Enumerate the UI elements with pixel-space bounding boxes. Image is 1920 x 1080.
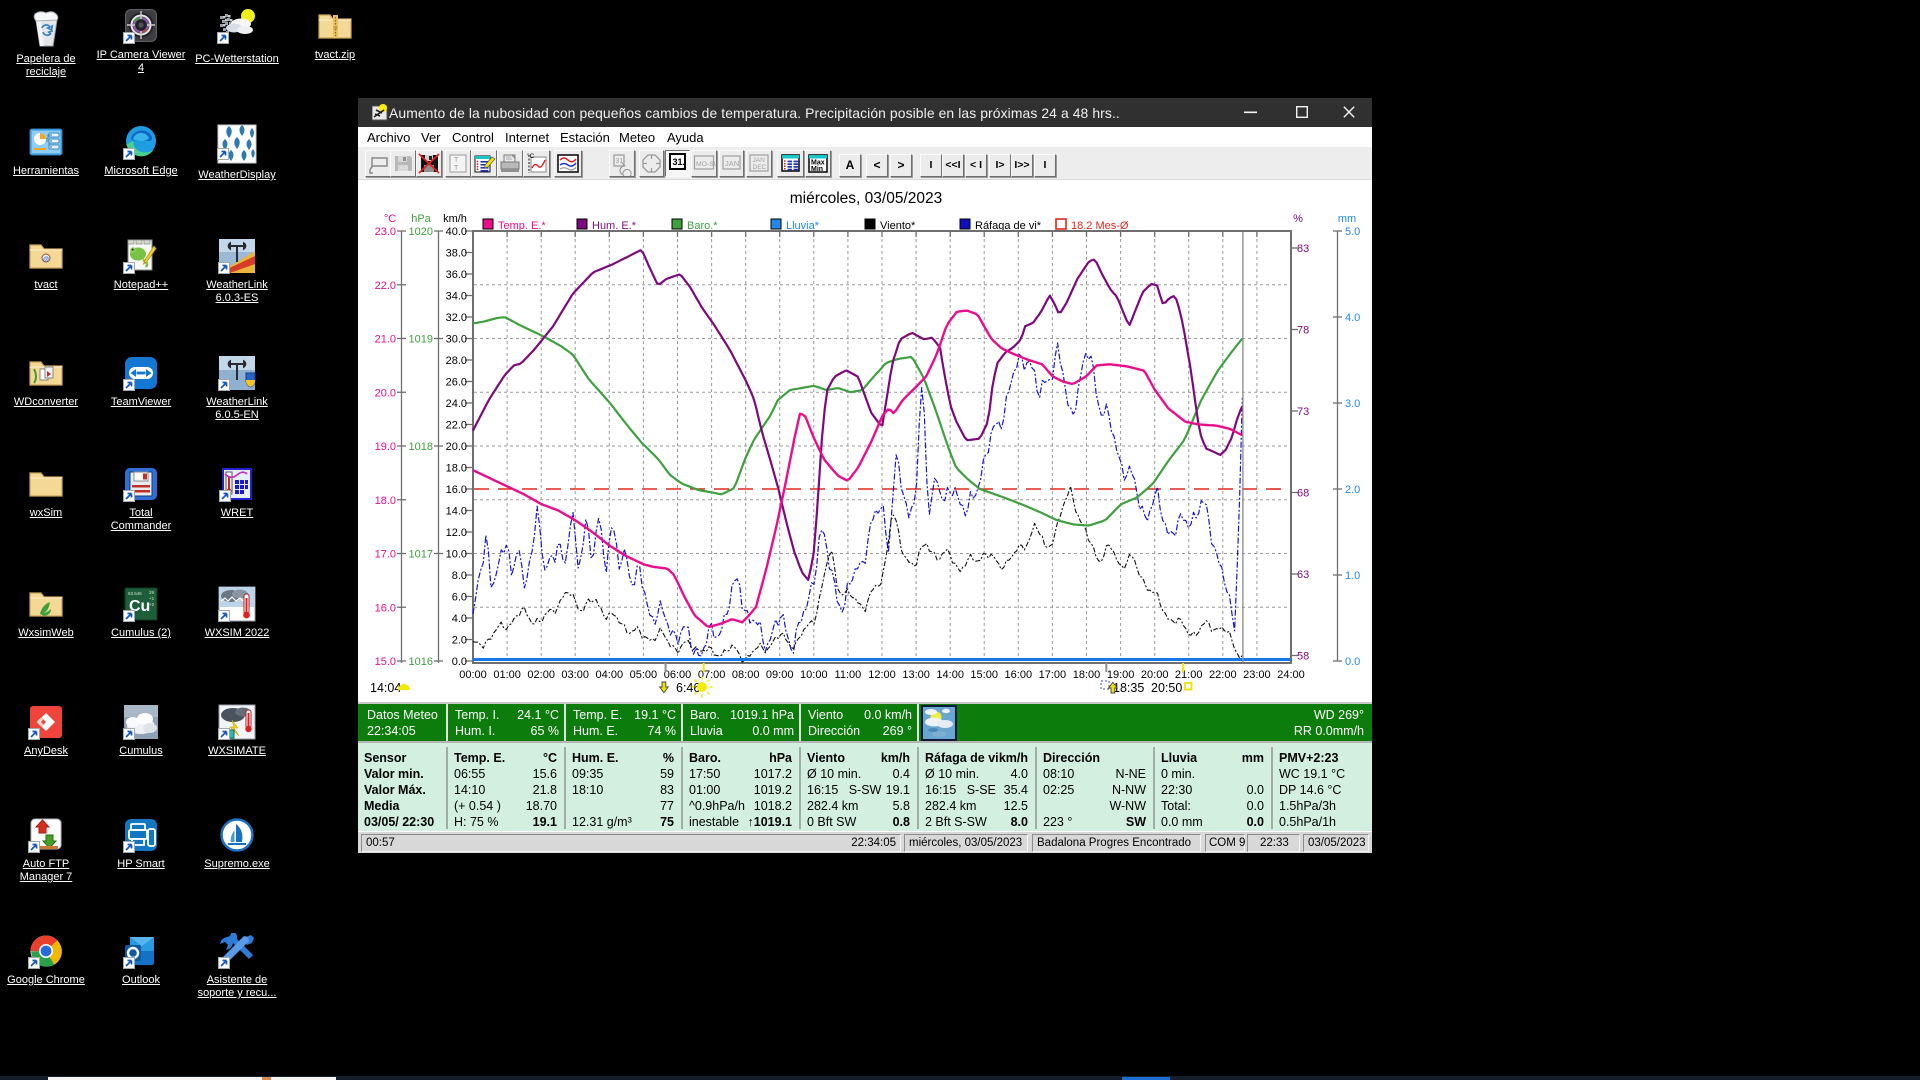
- svg-text:+2: +2: [149, 602, 155, 607]
- svg-text:22.0: 22.0: [375, 280, 396, 292]
- svg-text:4.0: 4.0: [1345, 312, 1360, 324]
- svg-text:13:00: 13:00: [902, 669, 930, 681]
- svg-text:11:00: 11:00: [835, 669, 862, 681]
- svg-text:09:00: 09:00: [766, 669, 794, 681]
- svg-text:68: 68: [1297, 488, 1309, 500]
- svg-text:17.0: 17.0: [375, 549, 396, 561]
- svg-text:30.0: 30.0: [446, 334, 467, 346]
- svg-text:T: T: [454, 157, 459, 164]
- svg-text:1017: 1017: [409, 549, 433, 561]
- svg-text:36.0: 36.0: [446, 269, 467, 281]
- svg-text:%: %: [1293, 213, 1303, 225]
- svg-text:0.0: 0.0: [452, 656, 467, 668]
- svg-text:20:00: 20:00: [1141, 669, 1169, 681]
- svg-text:19.0: 19.0: [375, 441, 396, 453]
- svg-text:21.0: 21.0: [375, 334, 396, 346]
- svg-text:23.0: 23.0: [375, 226, 396, 238]
- svg-text:24.0: 24.0: [446, 398, 467, 410]
- svg-text:1019: 1019: [409, 334, 433, 346]
- svg-text:0.0: 0.0: [1345, 656, 1360, 668]
- svg-text:DEC: DEC: [753, 164, 767, 171]
- svg-text:10.0: 10.0: [446, 549, 467, 561]
- svg-text:miércoles, 03/05/2023: miércoles, 03/05/2023: [790, 190, 943, 207]
- svg-text:04:00: 04:00: [596, 669, 624, 681]
- svg-text:16.0: 16.0: [446, 484, 467, 496]
- svg-text:km/h: km/h: [443, 213, 467, 225]
- svg-text:22:00: 22:00: [1209, 669, 1237, 681]
- svg-text:@: @: [43, 257, 49, 263]
- svg-text:17:00: 17:00: [1039, 669, 1067, 681]
- svg-text:1018: 1018: [409, 441, 433, 453]
- svg-text:26.0: 26.0: [446, 377, 467, 389]
- svg-text:18:00: 18:00: [1073, 669, 1101, 681]
- svg-text:JAN: JAN: [725, 159, 739, 168]
- svg-text:58: 58: [1297, 651, 1309, 663]
- svg-text:4.0: 4.0: [452, 613, 467, 625]
- svg-text:1020: 1020: [409, 226, 433, 238]
- svg-text:14.0: 14.0: [446, 506, 467, 518]
- svg-text:°C: °C: [384, 213, 396, 225]
- svg-text:2.0: 2.0: [452, 635, 467, 647]
- svg-text:3.0: 3.0: [1345, 398, 1360, 410]
- svg-text:63.546: 63.546: [128, 591, 142, 596]
- svg-text:19:00: 19:00: [1107, 669, 1135, 681]
- svg-text:63: 63: [1297, 569, 1309, 581]
- svg-text:15.0: 15.0: [375, 656, 396, 668]
- svg-text:38.0: 38.0: [446, 248, 467, 260]
- svg-text:+1: +1: [149, 596, 155, 601]
- svg-text:12:00: 12:00: [868, 669, 896, 681]
- svg-text:21:00: 21:00: [1175, 669, 1203, 681]
- svg-text:05:00: 05:00: [630, 669, 658, 681]
- svg-text:06:00: 06:00: [664, 669, 692, 681]
- svg-text:18.0: 18.0: [375, 495, 396, 507]
- svg-text:hPa: hPa: [411, 213, 431, 225]
- svg-text:T: T: [454, 165, 459, 172]
- svg-text:73: 73: [1297, 406, 1309, 418]
- svg-text:JAN: JAN: [753, 157, 766, 164]
- svg-text:00:00: 00:00: [459, 669, 487, 681]
- svg-text:°C: °C: [527, 152, 535, 160]
- svg-text:8.0: 8.0: [452, 570, 467, 582]
- svg-text:31.: 31.: [673, 157, 686, 167]
- svg-text:16.0: 16.0: [375, 602, 396, 614]
- svg-text:32.0: 32.0: [446, 312, 467, 324]
- svg-text:03:00: 03:00: [561, 669, 589, 681]
- svg-text:08:00: 08:00: [732, 669, 760, 681]
- svg-text:20.0: 20.0: [446, 441, 467, 453]
- svg-text:1016: 1016: [409, 656, 433, 668]
- svg-text:1.0: 1.0: [1345, 570, 1360, 582]
- svg-text:24:00: 24:00: [1277, 669, 1305, 681]
- svg-text:Min: Min: [811, 166, 823, 173]
- svg-text:14:04: 14:04: [370, 681, 401, 695]
- svg-text:15:00: 15:00: [970, 669, 998, 681]
- svg-text:34.0: 34.0: [446, 291, 467, 303]
- svg-text:29: 29: [149, 590, 155, 595]
- svg-text:83: 83: [1297, 243, 1309, 255]
- svg-text:78: 78: [1297, 325, 1309, 337]
- svg-text:22.0: 22.0: [446, 420, 467, 432]
- svg-text:16:00: 16:00: [1005, 669, 1033, 681]
- svg-text:12.0: 12.0: [446, 527, 467, 539]
- svg-text:18.0: 18.0: [446, 463, 467, 475]
- svg-text:23:00: 23:00: [1243, 669, 1271, 681]
- svg-text:MO-SU: MO-SU: [696, 161, 716, 168]
- svg-text:2.0: 2.0: [1345, 484, 1360, 496]
- svg-text:20.0: 20.0: [375, 387, 396, 399]
- svg-text:40.0: 40.0: [446, 226, 467, 238]
- svg-text:14:00: 14:00: [936, 669, 964, 681]
- svg-text:mm: mm: [1338, 213, 1356, 225]
- svg-text:02:00: 02:00: [527, 669, 555, 681]
- svg-text:6.0: 6.0: [452, 592, 467, 604]
- svg-text:01:00: 01:00: [493, 669, 521, 681]
- svg-text:10:00: 10:00: [800, 669, 828, 681]
- svg-text:5.0: 5.0: [1345, 226, 1360, 238]
- svg-text:20:50: 20:50: [1151, 681, 1182, 695]
- svg-text:28.0: 28.0: [446, 355, 467, 367]
